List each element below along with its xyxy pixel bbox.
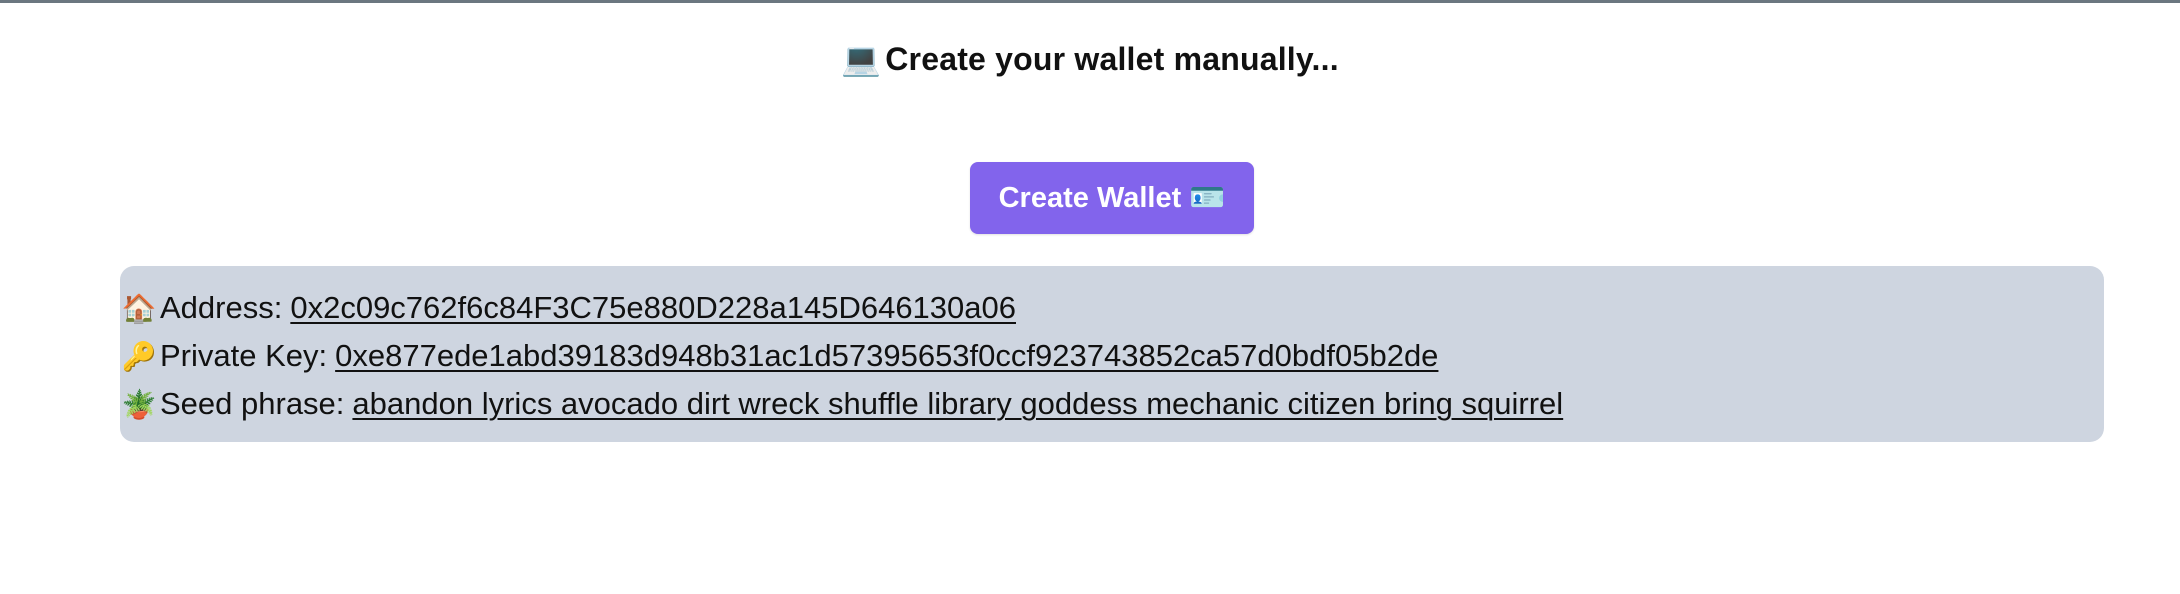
private-key-label: Private Key: [160, 338, 328, 373]
address-value-link[interactable]: 0x2c09c762f6c84F3C75e880D228a145D646130a… [290, 290, 1016, 326]
create-wallet-button[interactable]: Create Wallet 🪪 [970, 162, 1254, 234]
page: 💻 Create your wallet manually... Create W… [0, 0, 2180, 594]
laptop-icon: 💻 [841, 41, 882, 77]
page-title: 💻 Create your wallet manually... [0, 34, 2180, 84]
id-card-icon: 🪪 [1189, 182, 1226, 214]
page-title-text: Create your wallet manually... [885, 41, 1339, 77]
house-icon: 🏠 [121, 292, 157, 324]
private-key-row: 🔑 Private Key: 0xe877ede1abd39183d948b31… [120, 332, 2104, 380]
seed-phrase-row: 🪴 Seed phrase: abandon lyrics avocado di… [120, 380, 2104, 428]
potted-plant-icon: 🪴 [121, 388, 157, 420]
seed-phrase-value-link[interactable]: abandon lyrics avocado dirt wreck shuffl… [352, 386, 1563, 422]
key-icon: 🔑 [121, 340, 157, 372]
private-key-value-link[interactable]: 0xe877ede1abd39183d948b31ac1d57395653f0c… [335, 338, 1438, 374]
create-wallet-label: Create Wallet [998, 181, 1182, 214]
address-label: Address: [160, 290, 283, 325]
address-row: 🏠 Address: 0x2c09c762f6c84F3C75e880D228a… [120, 284, 2104, 332]
top-border [0, 0, 2180, 3]
wallet-info-panel: 🏠 Address: 0x2c09c762f6c84F3C75e880D228a… [120, 266, 2104, 442]
seed-phrase-label: Seed phrase: [160, 386, 345, 421]
